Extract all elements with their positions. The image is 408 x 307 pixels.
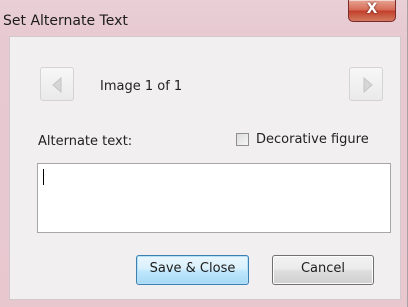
save-and-close-button[interactable]: Save & Close — [136, 255, 249, 285]
image-counter: Image 1 of 1 — [100, 79, 183, 94]
text-caret — [43, 169, 44, 185]
alternate-text-label: Alternate text: — [38, 134, 133, 149]
title-bar[interactable]: Set Alternate Text X — [0, 0, 408, 34]
arrow-left-icon — [52, 76, 62, 94]
decorative-figure-checkbox[interactable] — [236, 133, 249, 146]
alternate-text-input[interactable] — [37, 163, 391, 233]
dialog-title: Set Alternate Text — [3, 13, 128, 29]
arrow-right-icon — [363, 76, 373, 94]
close-icon: X — [366, 1, 378, 17]
cancel-button[interactable]: Cancel — [272, 255, 374, 285]
previous-image-button[interactable] — [40, 67, 74, 101]
next-image-button[interactable] — [349, 67, 383, 101]
close-button[interactable]: X — [348, 0, 396, 22]
set-alternate-text-dialog: Set Alternate Text X Image 1 of 1 Altern… — [0, 0, 408, 307]
decorative-figure-label[interactable]: Decorative figure — [256, 132, 369, 147]
dialog-body: Image 1 of 1 Alternate text: Decorative … — [9, 36, 401, 300]
